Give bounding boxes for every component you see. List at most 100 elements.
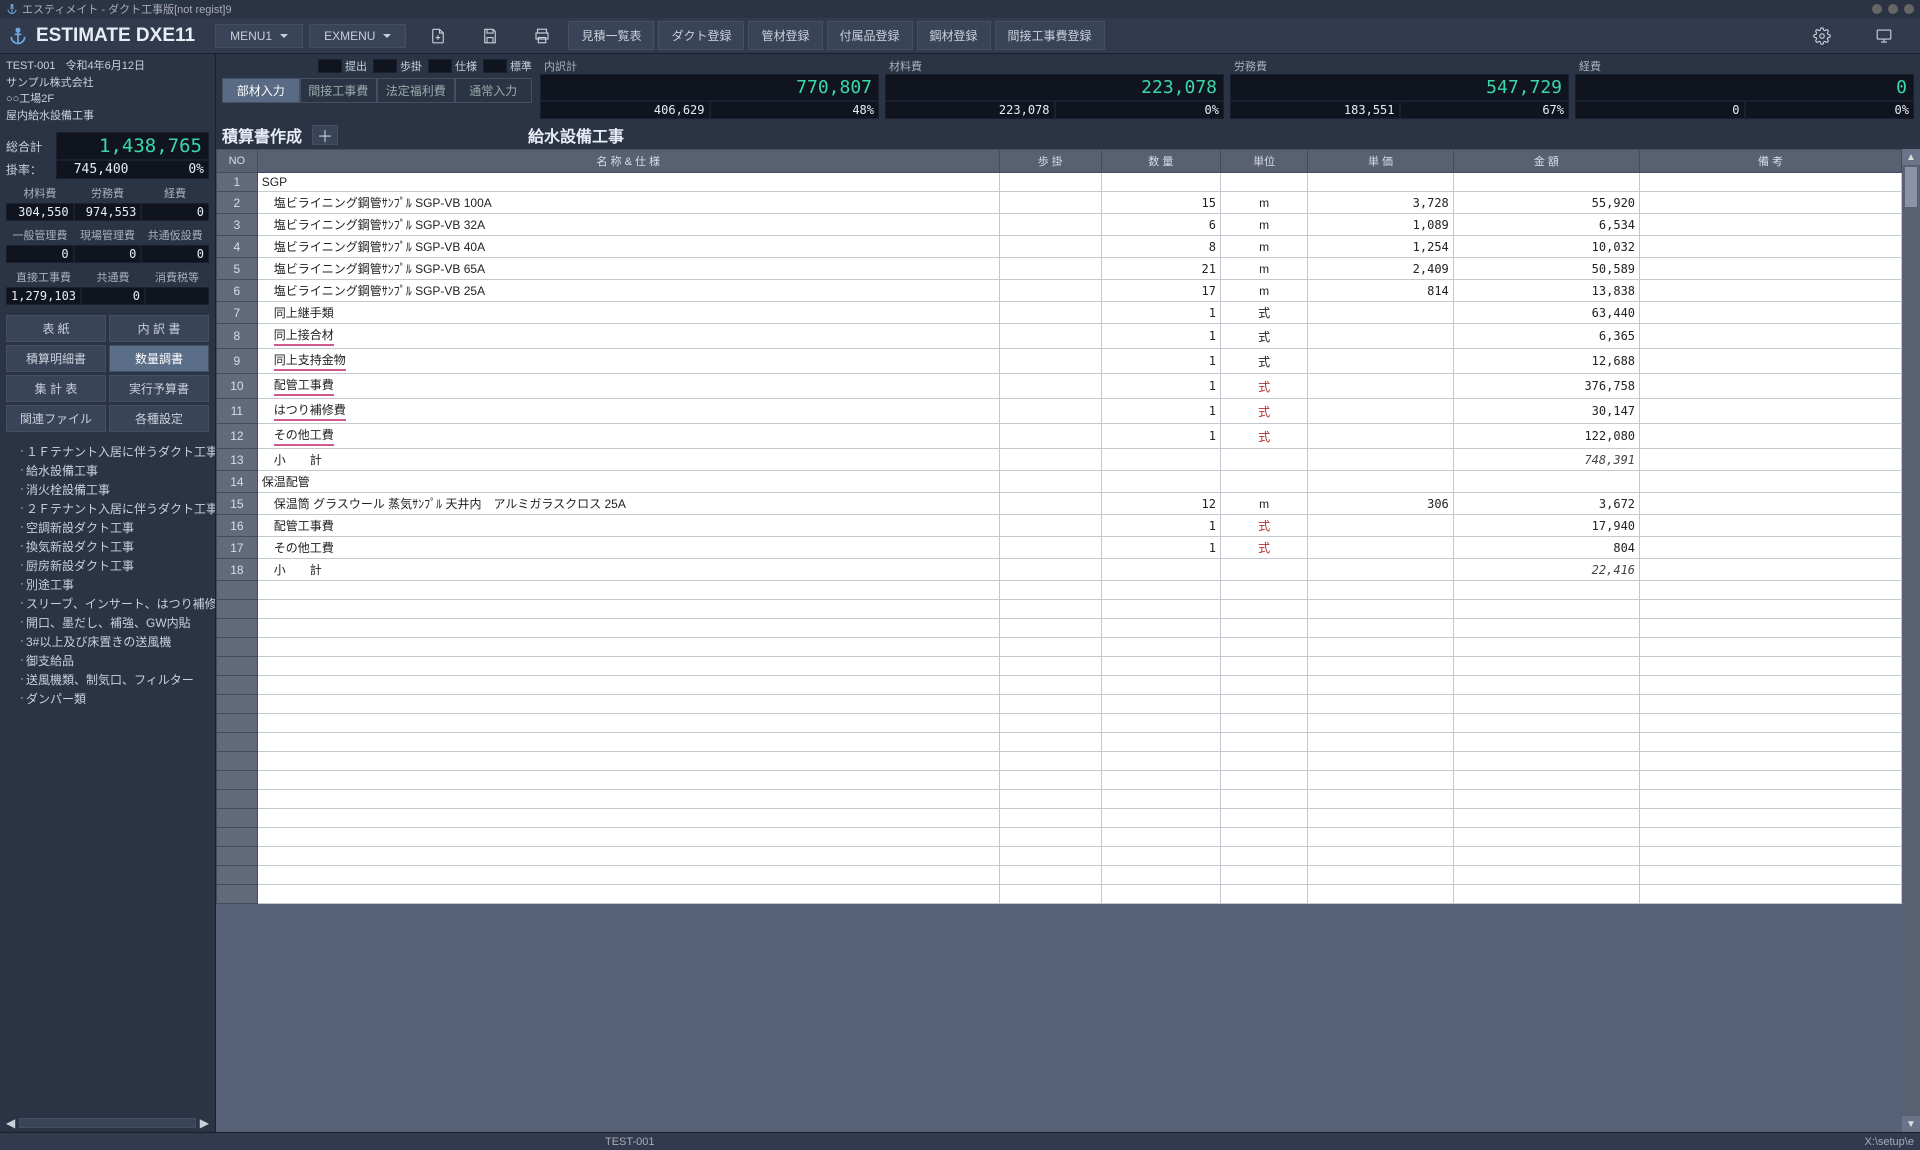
scroll-down-icon[interactable]: ▼: [1902, 1116, 1920, 1132]
nav-btn-4[interactable]: 鋼材登録: [917, 21, 991, 50]
table-row-empty[interactable]: [217, 771, 1902, 790]
tree-node[interactable]: ·給水設備工事: [20, 461, 215, 480]
tree-hscroll[interactable]: ◀ ▶: [0, 1114, 215, 1132]
tree-node[interactable]: ·厨房新設ダクト工事: [20, 556, 215, 575]
chevron-left-icon[interactable]: ◀: [6, 1116, 15, 1130]
content-tab-0[interactable]: 部材入力: [222, 78, 300, 103]
table-row[interactable]: 15 保温筒 グラスウール 蒸気ｻﾝﾌﾟﾙ 天井内 アルミガラスクロス 25A1…: [217, 493, 1902, 515]
tree-node[interactable]: ·別途工事: [20, 575, 215, 594]
table-row[interactable]: 13 小 計748,391: [217, 449, 1902, 471]
col-header[interactable]: 歩 掛: [999, 150, 1101, 173]
side-btn-2[interactable]: 積算明細書: [6, 345, 106, 372]
menu1-dropdown[interactable]: MENU1: [215, 24, 303, 48]
table-row-empty[interactable]: [217, 828, 1902, 847]
print-button[interactable]: [526, 22, 558, 50]
nav-btn-5[interactable]: 間接工事費登録: [995, 21, 1105, 50]
table-row-empty[interactable]: [217, 619, 1902, 638]
display-button[interactable]: [1868, 22, 1900, 50]
tree-node[interactable]: ·スリーブ、インサート、はつり補修: [20, 594, 215, 613]
col-header[interactable]: NO: [217, 150, 258, 173]
tree-node[interactable]: ·１Ｆテナント入居に伴うダクト工事: [20, 442, 215, 461]
tree-node[interactable]: ·換気新設ダクト工事: [20, 537, 215, 556]
table-row[interactable]: 2 塩ビライニング鋼管ｻﾝﾌﾟﾙ SGP-VB 100A15m3,72855,9…: [217, 192, 1902, 214]
side-btn-6[interactable]: 関連ファイル: [6, 405, 106, 432]
table-row[interactable]: 8 同上接合材1式6,365: [217, 324, 1902, 349]
tree-node[interactable]: ·3#以上及び床置きの送風機: [20, 632, 215, 651]
col-header[interactable]: 単位: [1220, 150, 1307, 173]
content-tab-1[interactable]: 間接工事費: [300, 78, 378, 103]
tag-switch[interactable]: [428, 59, 452, 73]
table-row[interactable]: 5 塩ビライニング鋼管ｻﾝﾌﾟﾙ SGP-VB 65A21m2,40950,58…: [217, 258, 1902, 280]
tree-node[interactable]: ·空調新設ダクト工事: [20, 518, 215, 537]
nav-btn-2[interactable]: 管材登録: [748, 21, 822, 50]
col-header[interactable]: 数 量: [1101, 150, 1220, 173]
add-row-button[interactable]: ＋: [312, 125, 338, 145]
nav-btn-0[interactable]: 見積一覧表: [568, 21, 654, 50]
table-row[interactable]: 17 その他工費1式804: [217, 537, 1902, 559]
settings-button[interactable]: [1806, 22, 1838, 50]
table-row[interactable]: 7 同上継手類1式63,440: [217, 302, 1902, 324]
table-row-empty[interactable]: [217, 885, 1902, 904]
table-row[interactable]: 1SGP: [217, 173, 1902, 192]
table-row-empty[interactable]: [217, 676, 1902, 695]
table-row-empty[interactable]: [217, 733, 1902, 752]
table-row[interactable]: 3 塩ビライニング鋼管ｻﾝﾌﾟﾙ SGP-VB 32A6m1,0896,534: [217, 214, 1902, 236]
table-row[interactable]: 16 配管工事費1式17,940: [217, 515, 1902, 537]
exmenu-dropdown[interactable]: EXMENU: [309, 24, 406, 48]
table-row-empty[interactable]: [217, 790, 1902, 809]
tag-switch[interactable]: [483, 59, 507, 73]
content-tab-3[interactable]: 通常入力: [455, 78, 533, 103]
close-icon[interactable]: [1904, 4, 1914, 14]
table-row[interactable]: 11 はつり補修費1式30,147: [217, 399, 1902, 424]
tree-node[interactable]: ·送風機類、制気口、フィルター: [20, 670, 215, 689]
table-row-empty[interactable]: [217, 714, 1902, 733]
side-btn-0[interactable]: 表 紙: [6, 315, 106, 342]
tree-node[interactable]: ·御支給品: [20, 651, 215, 670]
table-row[interactable]: 4 塩ビライニング鋼管ｻﾝﾌﾟﾙ SGP-VB 40A8m1,25410,032: [217, 236, 1902, 258]
tree-node[interactable]: ·２Ｆテナント入居に伴うダクト工事: [20, 499, 215, 518]
table-row[interactable]: 18 小 計22,416: [217, 559, 1902, 581]
max-icon[interactable]: [1888, 4, 1898, 14]
tag-switch[interactable]: [373, 59, 397, 73]
col-header[interactable]: 名 称 & 仕 様: [257, 150, 999, 173]
side-btn-5[interactable]: 実行予算書: [109, 375, 209, 402]
side-btn-1[interactable]: 内 訳 書: [109, 315, 209, 342]
table-row-empty[interactable]: [217, 752, 1902, 771]
table-row-empty[interactable]: [217, 847, 1902, 866]
table-row[interactable]: 9 同上支持金物1式12,688: [217, 349, 1902, 374]
table-row[interactable]: 10 配管工事費1式376,758: [217, 374, 1902, 399]
side-btn-4[interactable]: 集 計 表: [6, 375, 106, 402]
tag-switch[interactable]: [318, 59, 342, 73]
scrollbar-thumb[interactable]: [1905, 167, 1917, 207]
col-header[interactable]: 単 価: [1308, 150, 1454, 173]
save-button[interactable]: [474, 22, 506, 50]
table-row-empty[interactable]: [217, 581, 1902, 600]
table-row[interactable]: 14保温配管: [217, 471, 1902, 493]
col-header[interactable]: 金 額: [1453, 150, 1639, 173]
table-row-empty[interactable]: [217, 866, 1902, 885]
scroll-up-icon[interactable]: ▲: [1902, 149, 1920, 165]
min-icon[interactable]: [1872, 4, 1882, 14]
vertical-scrollbar[interactable]: ▲ ▼: [1902, 149, 1920, 1132]
table-row-empty[interactable]: [217, 809, 1902, 828]
tree-node[interactable]: ·ダンパー類: [20, 689, 215, 708]
table-row[interactable]: 6 塩ビライニング鋼管ｻﾝﾌﾟﾙ SGP-VB 25A17m81413,838: [217, 280, 1902, 302]
content-tab-2[interactable]: 法定福利費: [377, 78, 455, 103]
col-header[interactable]: 備 考: [1640, 150, 1902, 173]
tree-node[interactable]: ·消火栓設備工事: [20, 480, 215, 499]
spreadsheet-grid[interactable]: NO名 称 & 仕 様歩 掛数 量単位単 価金 額備 考 1SGP2 塩ビライニ…: [216, 149, 1902, 1132]
table-row-empty[interactable]: [217, 695, 1902, 714]
table-row[interactable]: 12 その他工費1式122,080: [217, 424, 1902, 449]
table-row-empty[interactable]: [217, 638, 1902, 657]
table-row-empty[interactable]: [217, 600, 1902, 619]
table-row-empty[interactable]: [217, 657, 1902, 676]
nav-btn-3[interactable]: 付属品登録: [827, 21, 913, 50]
tree-node[interactable]: ·開口、墨だし、補強、GW内貼: [20, 613, 215, 632]
scrollbar-track[interactable]: [19, 1118, 196, 1128]
side-btn-3[interactable]: 数量調書: [109, 345, 209, 372]
chevron-right-icon[interactable]: ▶: [200, 1116, 209, 1130]
side-btn-7[interactable]: 各種設定: [109, 405, 209, 432]
new-button[interactable]: [422, 22, 454, 50]
nav-btn-1[interactable]: ダクト登録: [658, 21, 744, 50]
project-tree[interactable]: ·１Ｆテナント入居に伴うダクト工事·給水設備工事·消火栓設備工事·２Ｆテナント入…: [0, 438, 215, 1114]
